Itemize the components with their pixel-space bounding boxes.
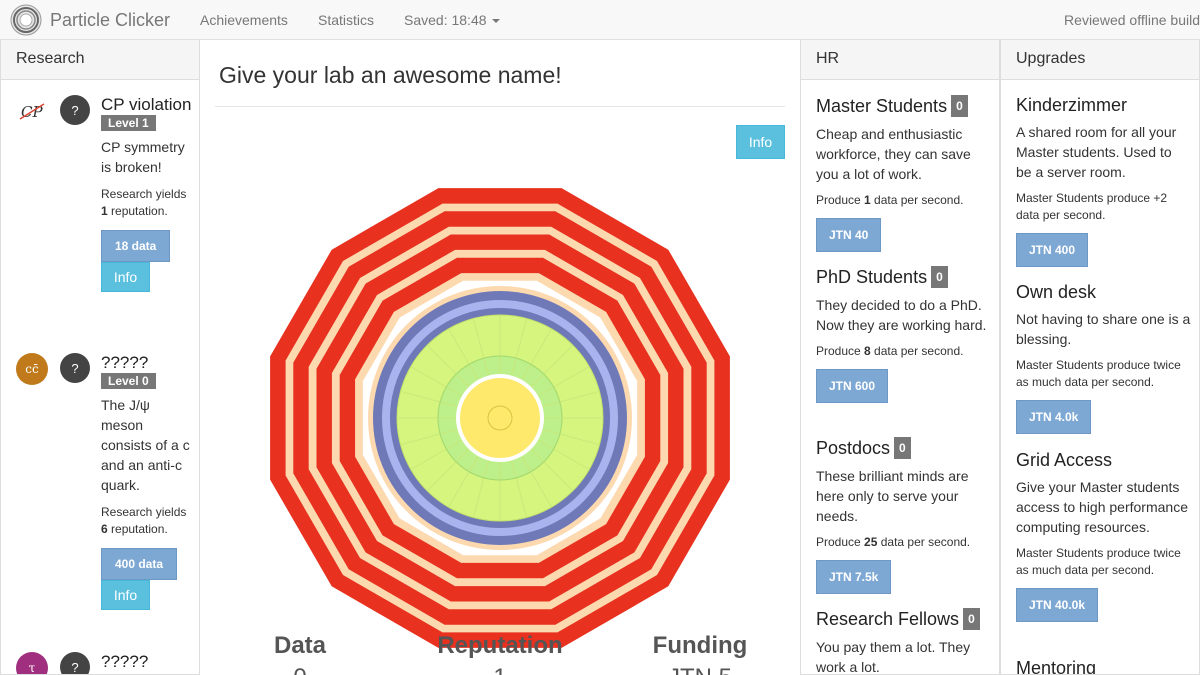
research-title: ????? — [101, 353, 149, 372]
upgrade-button[interactable]: JTN 400 — [1016, 233, 1089, 267]
upgrades-panel: Upgrades Kinderzimmer A shared room for … — [1000, 40, 1200, 675]
count-badge: 0 — [894, 437, 911, 459]
detector-clicker[interactable] — [200, 140, 800, 660]
upgrade-item-mentoring: Mentoring — [1016, 658, 1191, 675]
upgrade-title: Kinderzimmer — [1016, 95, 1128, 115]
upgrade-item-own-desk: Own desk Not having to share one is a bl… — [1016, 282, 1191, 434]
upgrade-button[interactable]: JTN 4.0k — [1016, 400, 1092, 434]
tau-icon: τ — [16, 652, 48, 674]
upgrade-desc: Give your Master students access to high… — [1016, 479, 1188, 535]
logo-icon — [10, 4, 42, 36]
lab-name[interactable]: Give your lab an awesome name! — [219, 62, 562, 89]
research-info-button[interactable]: Info — [101, 262, 150, 292]
hr-desc: They decided to do a PhD. Now they are w… — [816, 297, 987, 333]
research-button[interactable]: 400 data — [101, 548, 178, 580]
research-yield: Research yields 6 reputation. — [101, 505, 187, 536]
hire-button[interactable]: JTN 40 — [816, 218, 882, 252]
help-icon[interactable]: ? — [60, 353, 90, 383]
count-badge: 0 — [951, 95, 968, 117]
count-badge: 0 — [963, 608, 980, 630]
upgrade-button[interactable]: JTN 40.0k — [1016, 588, 1099, 622]
upgrade-desc: A shared room for all your Master studen… — [1016, 124, 1177, 180]
level-badge: Level 1 — [101, 115, 156, 131]
brand[interactable]: Particle Clicker — [10, 4, 170, 36]
cp-violation-icon: CP — [16, 95, 48, 127]
upgrade-item-grid-access: Grid Access Give your Master students ac… — [1016, 450, 1191, 622]
hr-title: Postdocs 0 — [816, 437, 991, 459]
chevron-down-icon — [491, 19, 500, 24]
research-desc: The J/ψ meson consists of a c and an ant… — [101, 397, 190, 493]
charm-quark-icon: cc̄ — [16, 353, 48, 385]
help-icon[interactable]: ? — [60, 652, 90, 674]
upgrades-heading: Upgrades — [1001, 40, 1199, 80]
upgrade-title: Mentoring — [1016, 658, 1097, 675]
hr-item-master-students: Master Students 0 Cheap and enthusiastic … — [816, 95, 991, 252]
upgrade-effect: Master Students produce twice as much da… — [1016, 546, 1181, 577]
top-navbar: Particle Clicker Achievements Statistics… — [0, 0, 1200, 40]
pixel-detector-border — [456, 374, 544, 462]
research-heading: Research — [1, 40, 199, 80]
hr-title: PhD Students 0 — [816, 266, 991, 288]
hr-production: Produce 25 data per second. — [816, 535, 971, 549]
data-label: Data — [273, 632, 327, 659]
hr-desc: You pay them a lot. They work a lot. — [816, 639, 971, 675]
hr-title: Master Students 0 — [816, 95, 991, 117]
hr-item-research-fellows: Research Fellows 0 You pay them a lot. Th… — [816, 608, 991, 675]
brand-text: Particle Clicker — [50, 9, 171, 30]
reputation-value: 1 — [420, 664, 580, 675]
upgrade-item-kinderzimmer: Kinderzimmer A shared room for all your … — [1016, 95, 1191, 267]
hire-button[interactable]: JTN 7.5k — [816, 560, 892, 594]
funding-label: Funding — [652, 632, 748, 659]
build-label: Reviewed offline build — [1064, 12, 1200, 28]
hr-item-phd-students: PhD Students 0 They decided to do a PhD. … — [816, 266, 991, 403]
saved-time: Saved: 18:48 — [404, 12, 487, 28]
research-panel: Research CP ? CP violation Level 1 CP sy… — [0, 40, 200, 675]
upgrade-effect: Master Students produce twice as much da… — [1016, 358, 1181, 389]
divider — [215, 106, 785, 107]
upgrade-title: Grid Access — [1016, 450, 1113, 470]
hr-heading: HR — [801, 40, 999, 80]
research-yield: Research yields 1 reputation. — [101, 187, 187, 218]
research-desc: CP symmetry is broken! — [101, 139, 185, 175]
lab-panel: Give your lab an awesome name! Info Data… — [200, 40, 800, 675]
funding-value: JTN 5 — [620, 664, 780, 675]
research-info-button[interactable]: Info — [101, 580, 150, 610]
upgrade-effect: Master Students produce +2 data per seco… — [1016, 191, 1168, 222]
nav-achievements[interactable]: Achievements — [200, 12, 288, 28]
hr-production: Produce 8 data per second. — [816, 344, 964, 358]
hr-desc: These brilliant minds are here only to s… — [816, 468, 969, 524]
level-badge: Level 0 — [101, 373, 156, 389]
hr-panel: HR Master Students 0 Cheap and enthusiast… — [800, 40, 1000, 675]
hr-item-postdocs: Postdocs 0 These brilliant minds are here… — [816, 437, 991, 594]
upgrade-desc: Not having to share one is a blessing. — [1016, 311, 1191, 347]
reputation-label: Reputation — [437, 632, 563, 659]
research-title: ????? — [101, 652, 149, 671]
upgrade-title: Own desk — [1016, 282, 1097, 302]
hr-desc: Cheap and enthusiastic workforce, they c… — [816, 126, 971, 182]
help-icon[interactable]: ? — [60, 95, 90, 125]
nav-statistics[interactable]: Statistics — [318, 12, 374, 28]
hire-button[interactable]: JTN 600 — [816, 369, 889, 403]
data-value: 0 — [220, 664, 380, 675]
nav-saved-dropdown[interactable]: Saved: 18:48 — [404, 12, 500, 28]
hr-title: Research Fellows 0 — [816, 608, 991, 630]
hr-production: Produce 1 data per second. — [816, 193, 964, 207]
research-title: CP violation — [101, 95, 192, 114]
research-button[interactable]: 18 data — [101, 230, 171, 262]
count-badge: 0 — [931, 266, 948, 288]
